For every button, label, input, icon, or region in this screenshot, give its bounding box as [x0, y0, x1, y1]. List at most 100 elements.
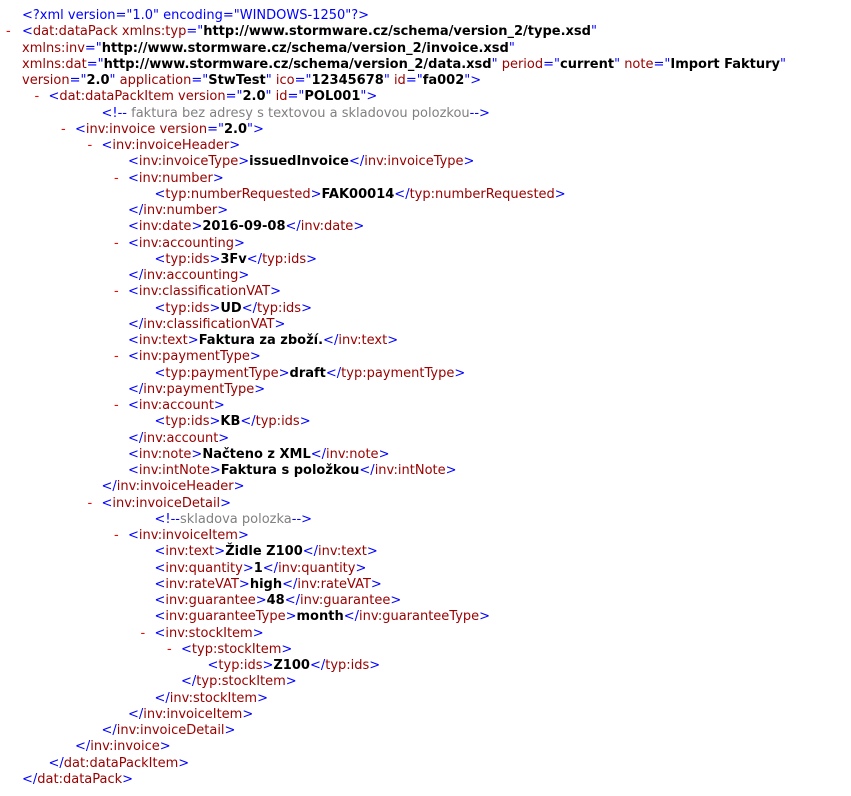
- xml-markup: </: [309, 658, 326, 673]
- xml-line: <typ:stockItem>: [181, 642, 292, 658]
- xml-tag-name: inv:classificationVAT: [138, 284, 271, 300]
- xml-markup: ">: [360, 89, 378, 105]
- xml-tag-name: inv:paymentType: [143, 381, 255, 397]
- xml-text-value: 2016-09-08: [202, 219, 286, 235]
- xml-line: <typ:ids>UD</typ:ids>: [155, 301, 312, 317]
- xml-attribute-value: current: [560, 56, 615, 72]
- xml-line: </inv:paymentType>: [128, 382, 265, 398]
- xml-attribute-value: 2.0: [224, 121, 248, 137]
- collapse-toggle[interactable]: -: [114, 398, 119, 414]
- xml-markup: <: [154, 609, 166, 625]
- xml-markup: >: [369, 658, 381, 673]
- xml-line: <inv:invoiceDetail>: [102, 496, 232, 512]
- xml-line: </inv:invoiceHeader>: [102, 479, 245, 495]
- xml-tag-name: typ:ids: [257, 300, 302, 316]
- collapse-toggle[interactable]: -: [35, 89, 40, 105]
- xml-markup: =": [86, 56, 104, 72]
- xml-markup: <: [128, 170, 139, 186]
- xml-tag-name: inv:guaranteeType: [358, 609, 480, 625]
- collapse-toggle[interactable]: -: [114, 349, 119, 365]
- xml-markup: <!--: [154, 511, 181, 527]
- xml-markup: <!--: [101, 105, 128, 121]
- xml-markup: >: [387, 333, 399, 348]
- xml-markup: <: [128, 219, 139, 235]
- xml-tag-name: typ:ids: [255, 414, 300, 430]
- xml-line: <inv:invoiceItem>: [128, 528, 249, 544]
- xml-tag-name: typ:paymentType: [165, 365, 279, 381]
- xml-markup: =": [191, 73, 209, 88]
- xml-markup: >: [238, 576, 250, 592]
- xml-markup: >: [370, 576, 382, 592]
- collapse-toggle[interactable]: -: [88, 138, 93, 154]
- xml-attribute-name: id: [389, 73, 406, 88]
- xml-markup: >: [233, 479, 245, 495]
- collapse-toggle[interactable]: -: [141, 626, 146, 642]
- xml-markup: =": [186, 24, 204, 40]
- collapse-toggle[interactable]: -: [114, 171, 119, 187]
- xml-markup: <: [154, 544, 166, 560]
- xml-text-value: Faktura za zboží.: [198, 333, 324, 348]
- xml-attribute-value: 12345678: [311, 73, 384, 88]
- xml-declaration: <?xml version="1.0" encoding="WINDOWS-12…: [22, 8, 370, 23]
- xml-line: <typ:ids>KB</typ:ids>: [155, 414, 311, 430]
- xml-tag-name: typ:ids: [165, 300, 210, 316]
- xml-markup: >: [242, 706, 254, 722]
- collapse-toggle[interactable]: -: [114, 236, 119, 252]
- xml-markup: >: [209, 251, 221, 267]
- xml-markup: >: [242, 560, 254, 576]
- collapse-toggle[interactable]: -: [114, 528, 119, 544]
- xml-line: <inv:invoice version="2.0">: [75, 122, 264, 138]
- collapse-toggle[interactable]: -: [114, 284, 119, 300]
- xml-markup: >: [255, 593, 267, 608]
- collapse-toggle[interactable]: -: [88, 496, 93, 512]
- xml-markup: =": [543, 56, 560, 72]
- xml-markup: </: [262, 560, 279, 576]
- xml-tag-name: inv:accounting: [143, 268, 239, 283]
- xml-tag-name: typ:ids: [165, 414, 210, 430]
- xml-markup: </: [325, 365, 342, 381]
- xml-text-value: draft: [289, 365, 326, 381]
- xml-text-value: month: [296, 609, 344, 625]
- xml-markup: <: [154, 365, 166, 381]
- xml-markup: </: [22, 771, 38, 787]
- xml-line: <dat:dataPack xmlns:typ="http://www.stor…: [22, 24, 597, 40]
- xml-tag-name: inv:invoiceType: [364, 154, 464, 170]
- xml-tag-name: inv:stockItem: [165, 625, 253, 641]
- xml-markup: <: [48, 89, 60, 105]
- xml-text-value: KB: [220, 414, 241, 430]
- xml-markup: ": [508, 40, 515, 56]
- xml-tag-name: inv:guarantee: [300, 593, 391, 608]
- xml-line: <dat:dataPackItem version="2.0" id="POL0…: [49, 89, 378, 105]
- xml-markup: >: [274, 316, 286, 332]
- xml-markup: ": [590, 24, 597, 40]
- xml-line: <inv:rateVAT>high</inv:rateVAT>: [155, 577, 382, 593]
- xml-markup: </: [323, 333, 339, 348]
- xml-line: <typ:paymentType>draft</typ:paymentType>: [155, 366, 466, 382]
- xml-line: <inv:text>Židle Z100</inv:text>: [155, 544, 378, 560]
- xml-line: <inv:account>: [128, 398, 225, 414]
- xml-line: <inv:invoiceType>issuedInvoice</inv:invo…: [128, 154, 474, 170]
- xml-line: <?xml version="1.0" encoding="WINDOWS-12…: [22, 8, 369, 24]
- xml-markup: >: [224, 723, 236, 738]
- xml-markup: <: [128, 398, 139, 413]
- xml-text-value: 1: [253, 560, 263, 576]
- xml-tag-name: inv:guarantee: [165, 593, 256, 608]
- xml-markup: <: [154, 576, 166, 592]
- xml-markup: >: [270, 284, 281, 300]
- xml-tag-name: dat:dataPack: [37, 771, 123, 787]
- xml-markup: >: [281, 641, 293, 657]
- xml-markup: </: [241, 300, 258, 316]
- xml-attribute-name: note: [620, 56, 654, 72]
- xml-line: </inv:account>: [128, 431, 229, 447]
- collapse-toggle[interactable]: -: [167, 642, 172, 658]
- xml-markup: >: [390, 593, 402, 608]
- xml-markup: >: [285, 674, 297, 690]
- collapse-toggle[interactable]: -: [61, 122, 66, 138]
- xml-line: <inv:classificationVAT>: [128, 284, 281, 300]
- xml-markup: >: [213, 398, 225, 413]
- xml-markup: >: [353, 219, 365, 235]
- xml-text-value: Židle Z100: [225, 544, 303, 560]
- collapse-toggle[interactable]: -: [6, 24, 11, 40]
- xml-line: <!--skladova polozka-->: [155, 512, 313, 528]
- xml-line: <!-- faktura bez adresy s textovou a skl…: [102, 106, 490, 122]
